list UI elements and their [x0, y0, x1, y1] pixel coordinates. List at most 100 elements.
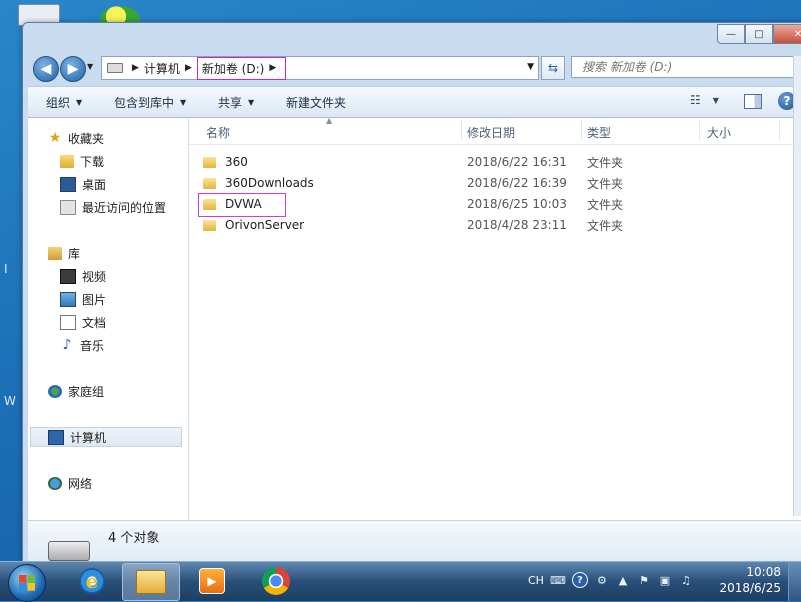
item-count: 4 个对象 [108, 531, 160, 546]
nav-label: 家庭组 [68, 384, 105, 399]
new-folder-button[interactable]: 新建文件夹 [286, 94, 346, 111]
nav-label: 下载 [80, 154, 105, 169]
chevron-down-icon: ▼ [180, 98, 187, 107]
nav-documents[interactable]: 文档 [60, 312, 106, 332]
column-type[interactable]: 类型 [587, 124, 611, 141]
nav-recent-places[interactable]: 最近访问的位置 [60, 197, 166, 217]
share-menu[interactable]: 共享 ▼ [218, 94, 254, 111]
video-icon [60, 268, 76, 284]
change-view-button[interactable]: ☷ ▼ [690, 93, 719, 107]
forward-button[interactable]: ▶ [60, 56, 86, 82]
column-divider[interactable] [581, 120, 582, 140]
file-modified: 2018/6/22 16:39 [467, 176, 567, 190]
chevron-down-icon: ▼ [76, 98, 83, 107]
nav-computer[interactable]: 计算机 [30, 427, 182, 447]
right-edge-strip [793, 56, 801, 516]
star-icon: ★ [48, 130, 62, 146]
nav-music[interactable]: ♪ 音乐 [60, 335, 104, 355]
column-divider[interactable] [779, 120, 780, 140]
file-row[interactable]: DVWA 2018/6/25 10:03 文件夹 [203, 194, 763, 214]
windows-logo-icon [19, 575, 35, 591]
downloads-folder-icon [60, 154, 74, 168]
folder-icon [203, 198, 216, 210]
preview-pane-button[interactable] [744, 94, 762, 109]
taskbar-file-explorer[interactable] [122, 563, 180, 601]
nav-downloads[interactable]: 下载 [60, 151, 104, 171]
help-icon[interactable]: ? [571, 572, 588, 588]
clock[interactable]: 10:08 2018/6/25 [719, 564, 781, 596]
details-pane: 4 个对象 [28, 520, 801, 561]
taskbar-internet-explorer[interactable]: e [64, 563, 120, 599]
nav-network[interactable]: 网络 [48, 473, 92, 493]
show-hidden-icons-icon[interactable]: ▲ [616, 573, 630, 587]
navigation-pane: ★ 收藏夹 下载 桌面 最近访问的位置 库 视频 图片 文档 ♪ 音乐 家庭组 … [28, 118, 189, 520]
breadcrumb-current-drive[interactable]: 新加卷 (D:) ▶ [196, 56, 287, 80]
nav-videos[interactable]: 视频 [60, 266, 106, 286]
file-row[interactable]: 360 2018/6/22 16:31 文件夹 [203, 152, 763, 172]
keyboard-icon[interactable]: ⌨ [550, 573, 566, 587]
file-name: 360Downloads [225, 176, 314, 190]
column-modified[interactable]: 修改日期 [467, 124, 515, 141]
nav-label: 文档 [82, 315, 107, 330]
nav-label: 最近访问的位置 [82, 200, 167, 215]
chevron-right-icon[interactable]: ▶ [269, 63, 276, 73]
minimize-button[interactable]: — [717, 24, 745, 44]
folder-icon [203, 219, 216, 231]
taskbar-media-player[interactable]: ▶ [184, 563, 240, 599]
nav-label: 收藏夹 [68, 131, 105, 146]
chrome-icon [262, 567, 290, 595]
chevron-down-icon: ▼ [248, 98, 255, 107]
search-box[interactable] [571, 56, 801, 78]
close-button[interactable]: ✕ [773, 24, 801, 44]
nav-favorites[interactable]: ★ 收藏夹 [48, 128, 104, 148]
caption-buttons: — □ ✕ [717, 24, 801, 44]
nav-label: 库 [68, 246, 81, 261]
clock-date: 2018/6/25 [719, 581, 781, 595]
input-language-indicator[interactable]: CH [528, 574, 544, 587]
organize-label: 组织 [46, 96, 71, 110]
address-dropdown-icon[interactable]: ▼ [527, 62, 534, 72]
column-divider[interactable] [461, 120, 462, 140]
nav-label: 图片 [82, 292, 107, 307]
nav-homegroup[interactable]: 家庭组 [48, 381, 104, 401]
search-input[interactable] [580, 59, 784, 75]
action-center-flag-icon[interactable]: ⚑ [637, 573, 651, 587]
file-row[interactable]: OrivonServer 2018/4/28 23:11 文件夹 [203, 215, 763, 235]
nav-libraries[interactable]: 库 [48, 243, 80, 263]
address-bar[interactable]: ▶ 计算机 ▶ 新加卷 (D:) ▶ ▼ [101, 56, 539, 80]
column-name[interactable]: 名称 [206, 124, 230, 141]
nav-pictures[interactable]: 图片 [60, 289, 106, 309]
file-type: 文件夹 [587, 155, 624, 170]
volume-icon[interactable]: ♫ [679, 573, 693, 587]
refresh-button[interactable]: ⇆ [541, 56, 565, 80]
recent-pages-dropdown[interactable]: ▼ [87, 62, 93, 71]
show-desktop-button[interactable] [788, 562, 801, 601]
file-modified: 2018/6/25 10:03 [467, 197, 567, 211]
chevron-right-icon[interactable]: ▶ [132, 63, 139, 73]
file-row[interactable]: 360Downloads 2018/6/22 16:39 文件夹 [203, 173, 763, 193]
chevron-right-icon[interactable]: ▶ [185, 63, 192, 73]
column-divider[interactable] [699, 120, 700, 140]
navigation-row: ◀ ▶ ▼ ▶ 计算机 ▶ 新加卷 (D:) ▶ ▼ ⇆ [31, 53, 801, 83]
file-name: DVWA [225, 197, 262, 211]
new-folder-label: 新建文件夹 [286, 96, 347, 110]
network-icon[interactable]: ▣ [658, 573, 672, 587]
column-size[interactable]: 大小 [707, 124, 731, 141]
picture-icon [60, 291, 76, 307]
title-bar[interactable]: — □ ✕ [23, 23, 801, 51]
include-in-library-menu[interactable]: 包含到库中 ▼ [114, 94, 186, 111]
nav-desktop[interactable]: 桌面 [60, 174, 106, 194]
folder-icon [203, 156, 216, 168]
settings-icon[interactable]: ⚙ [595, 573, 609, 587]
taskbar-chrome[interactable] [248, 563, 304, 599]
breadcrumb-computer[interactable]: 计算机 [144, 60, 180, 77]
nav-label: 桌面 [82, 177, 107, 192]
drive-icon [48, 541, 90, 561]
start-button[interactable] [8, 564, 46, 602]
library-icon [48, 246, 62, 260]
file-modified: 2018/4/28 23:11 [467, 218, 567, 232]
maximize-button[interactable]: □ [745, 24, 773, 44]
organize-menu[interactable]: 组织 ▼ [46, 94, 82, 111]
breadcrumb-current-label: 新加卷 (D:) [201, 61, 265, 76]
back-button[interactable]: ◀ [33, 56, 59, 82]
